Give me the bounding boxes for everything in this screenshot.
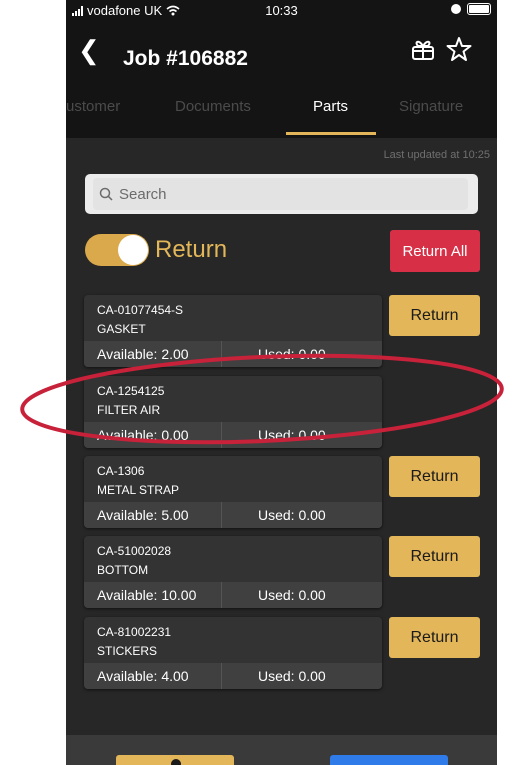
part-quantities: Available: 0.00 Used: 0.00 (84, 422, 382, 448)
part-code: CA-01077454-S (97, 303, 184, 317)
bottom-action-button-secondary[interactable] (330, 755, 448, 765)
return-toggle[interactable] (85, 234, 149, 266)
return-button[interactable]: Return (389, 456, 480, 497)
part-quantities: Available: 10.00 Used: 0.00 (84, 582, 382, 608)
part-card: CA-51002028 BOTTOM Available: 10.00 Used… (84, 536, 382, 608)
return-button[interactable]: Return (389, 536, 480, 577)
last-updated-label: Last updated at 10:25 (383, 149, 490, 161)
phone-screen: vodafone UK 10:33 ❮ Job #106882 ustomer … (66, 0, 497, 765)
part-name: STICKERS (97, 644, 158, 658)
tab-documents[interactable]: Documents (175, 98, 251, 115)
return-toggle-label: Return (155, 236, 228, 263)
return-toggle-row: Return (85, 232, 227, 268)
search-field-wrapper (93, 178, 468, 210)
toggle-knob (118, 235, 148, 265)
status-bar: vodafone UK 10:33 (66, 0, 497, 22)
tab-customer[interactable]: ustomer (66, 98, 120, 115)
part-available: Available: 5.00 (84, 502, 222, 528)
chevron-left-icon[interactable]: ❮ (78, 37, 100, 63)
part-available: Available: 4.00 (84, 663, 222, 689)
tab-parts[interactable]: Parts (313, 98, 348, 115)
part-available: Available: 0.00 (84, 422, 222, 448)
part-used: Used: 0.00 (258, 507, 326, 523)
part-quantities: Available: 4.00 Used: 0.00 (84, 663, 382, 689)
part-name: BOTTOM (97, 563, 149, 577)
part-available: Available: 2.00 (84, 341, 222, 367)
part-code: CA-1306 (97, 464, 145, 478)
part-used: Used: 0.00 (258, 587, 326, 603)
part-card: CA-01077454-S GASKET Available: 2.00 Use… (84, 295, 382, 367)
tab-bar: ustomer Documents Parts Signature (66, 88, 497, 138)
part-name: METAL STRAP (97, 483, 180, 497)
return-button[interactable]: Return (389, 617, 480, 658)
tab-signature[interactable]: Signature (399, 98, 463, 115)
parts-panel: Last updated at 10:25 Return Return All … (66, 138, 497, 735)
part-name: GASKET (97, 322, 146, 336)
part-used: Used: 0.00 (258, 427, 326, 443)
part-used: Used: 0.00 (258, 668, 326, 684)
bottom-action-bar (66, 735, 497, 765)
do-not-disturb-icon (451, 4, 461, 14)
app-header: ❮ Job #106882 (66, 22, 497, 90)
part-code: CA-1254125 (97, 384, 165, 398)
status-right (451, 3, 491, 15)
search-box (85, 174, 478, 214)
part-code: CA-51002028 (97, 544, 172, 558)
search-icon (99, 187, 113, 201)
status-time: 10:33 (265, 3, 298, 18)
bottom-action-button-primary[interactable] (116, 755, 234, 765)
battery-icon (467, 3, 491, 15)
return-button[interactable]: Return (389, 295, 480, 336)
part-card: CA-81002231 STICKERS Available: 4.00 Use… (84, 617, 382, 689)
part-used: Used: 0.00 (258, 346, 326, 362)
part-available: Available: 10.00 (84, 582, 222, 608)
part-card: CA-1254125 FILTER AIR Available: 0.00 Us… (84, 376, 382, 448)
part-card: CA-1306 METAL STRAP Available: 5.00 Used… (84, 456, 382, 528)
return-all-button[interactable]: Return All (390, 230, 480, 272)
part-quantities: Available: 5.00 Used: 0.00 (84, 502, 382, 528)
star-icon[interactable] (446, 36, 472, 62)
search-input[interactable] (117, 184, 451, 204)
part-quantities: Available: 2.00 Used: 0.00 (84, 341, 382, 367)
gift-icon[interactable] (410, 36, 436, 62)
part-code: CA-81002231 (97, 625, 172, 639)
page-title: Job #106882 (123, 47, 248, 70)
part-name: FILTER AIR (97, 403, 161, 417)
active-tab-indicator (286, 132, 376, 135)
